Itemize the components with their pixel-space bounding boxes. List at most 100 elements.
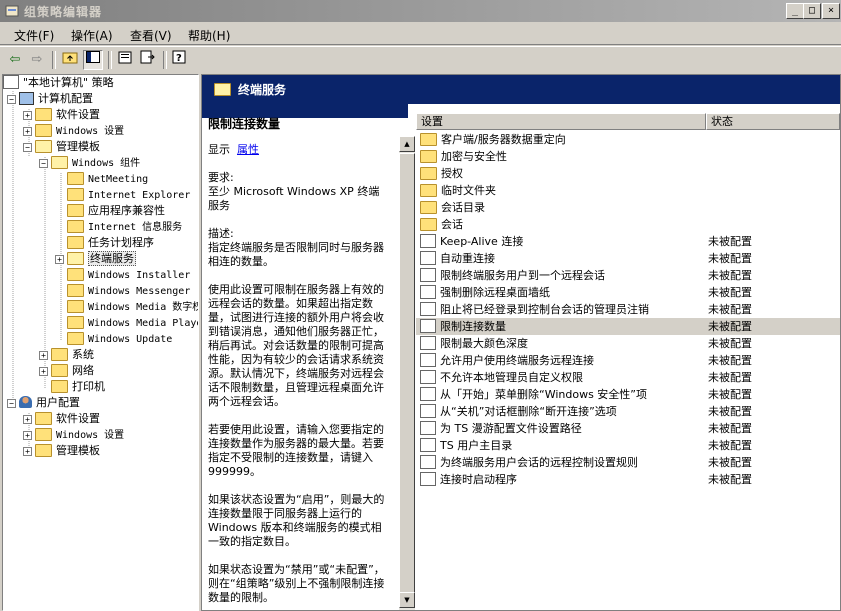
tree-node[interactable]: Windows Messenger — [67, 283, 190, 299]
collapse-icon[interactable]: − — [23, 143, 32, 152]
tree-node[interactable]: Windows 设置 — [35, 123, 124, 139]
banner-tail — [202, 104, 408, 118]
tree-node[interactable]: 计算机配置 — [19, 91, 93, 107]
list-item[interactable]: 强制删除远程桌面墙纸 未被配置 — [416, 284, 840, 301]
tree-node-label: Windows Media 数字权限 — [88, 302, 198, 313]
tree-node[interactable]: 网络 — [51, 363, 94, 379]
export-list-icon[interactable] — [138, 50, 158, 70]
list-item[interactable]: Keep-Alive 连接 未被配置 — [416, 233, 840, 250]
menu-file[interactable]: 文件(F) — [14, 27, 54, 44]
tree-node[interactable]: Windows Update — [67, 331, 172, 347]
list-item-name: Keep-Alive 连接 — [440, 235, 524, 248]
folder-icon — [67, 267, 84, 281]
tree-node-label: Windows 设置 — [56, 430, 125, 441]
scroll-thumb[interactable] — [399, 153, 415, 607]
properties-link[interactable]: 属性 — [237, 143, 259, 156]
tree-node[interactable]: 打印机 — [51, 379, 105, 395]
tree-node[interactable]: Windows 组件 — [51, 155, 140, 171]
list-item[interactable]: 临时文件夹 — [416, 182, 840, 199]
list-item[interactable]: 限制终端服务用户到一个远程会话 未被配置 — [416, 267, 840, 284]
list-item-state: 未被配置 — [708, 337, 752, 350]
expand-icon[interactable]: + — [23, 431, 32, 440]
expand-icon[interactable]: + — [23, 447, 32, 456]
tree-node[interactable]: Windows Media Player — [67, 315, 198, 331]
column-header-setting[interactable]: 设置 — [416, 113, 706, 130]
list-item[interactable]: 授权 — [416, 165, 840, 182]
policy-setting-icon — [420, 336, 436, 350]
tree-node[interactable]: NetMeeting — [67, 171, 148, 187]
list-item[interactable]: 为终端服务用户会话的远程控制设置规则 未被配置 — [416, 454, 840, 471]
description-scrollbar[interactable]: ▲ ▼ — [399, 136, 415, 610]
menu-action[interactable]: 操作(A) — [71, 27, 113, 44]
up-folder-icon[interactable] — [60, 50, 80, 70]
svg-text:?: ? — [176, 53, 182, 64]
list-item[interactable]: 从“关机”对话框删除“断开连接”选项 未被配置 — [416, 403, 840, 420]
list-item[interactable]: 连接时启动程序 未被配置 — [416, 471, 840, 488]
folder-icon — [67, 219, 84, 233]
scroll-down-button[interactable]: ▼ — [399, 592, 415, 608]
list-item[interactable]: 阻止将已经登录到控制台会话的管理员注销 未被配置 — [416, 301, 840, 318]
close-button[interactable]: × — [822, 3, 840, 19]
list-item-name: 允许用户使用终端服务远程连接 — [440, 354, 594, 367]
show-prefix: 显示 — [208, 143, 230, 156]
list-item-name: 强制删除远程桌面墙纸 — [440, 286, 550, 299]
list-item[interactable]: 限制最大颜色深度 未被配置 — [416, 335, 840, 352]
collapse-icon[interactable]: − — [7, 95, 16, 104]
folder-icon — [420, 200, 437, 214]
tree-node[interactable]: 软件设置 — [35, 411, 100, 427]
list-item[interactable]: 会话 — [416, 216, 840, 233]
list-item[interactable]: 为 TS 漫游配置文件设置路径 未被配置 — [416, 420, 840, 437]
list-item-name: 为 TS 漫游配置文件设置路径 — [440, 422, 582, 435]
scroll-up-button[interactable]: ▲ — [399, 136, 415, 152]
list-item[interactable]: 客户端/服务器数据重定向 — [416, 131, 840, 148]
tree-node[interactable]: 管理模板 — [35, 443, 100, 459]
help-icon[interactable]: ? — [170, 50, 190, 70]
column-header-state[interactable]: 状态 — [706, 113, 840, 130]
tree-node[interactable]: Windows Media 数字权限 — [67, 299, 198, 315]
expand-icon[interactable]: + — [55, 255, 64, 264]
list-item[interactable]: 会话目录 — [416, 199, 840, 216]
tree-node[interactable]: 管理模板 — [35, 139, 100, 155]
tree-node[interactable]: 系统 — [51, 347, 94, 363]
policy-icon — [3, 75, 19, 89]
expand-icon[interactable]: + — [23, 127, 32, 136]
list-item[interactable]: 从「开始」菜单删除“Windows 安全性”项 未被配置 — [416, 386, 840, 403]
list-item[interactable]: 限制连接数量 未被配置 — [416, 318, 840, 335]
tree-node[interactable]: 应用程序兼容性 — [67, 203, 165, 219]
forward-icon[interactable]: ⇨ — [27, 50, 47, 70]
tree-node[interactable]: Internet 信息服务 — [67, 219, 182, 235]
tree-node[interactable]: Windows 设置 — [35, 427, 124, 443]
tree-node[interactable]: "本地计算机" 策略 — [3, 75, 114, 91]
tree-node[interactable]: Windows Installer — [67, 267, 190, 283]
computer-icon — [19, 91, 34, 105]
expand-icon[interactable]: + — [39, 367, 48, 376]
back-icon[interactable]: ⇦ — [5, 50, 25, 70]
list-item-name: 限制终端服务用户到一个远程会话 — [440, 269, 605, 282]
list-item[interactable]: 允许用户使用终端服务远程连接 未被配置 — [416, 352, 840, 369]
tree-node[interactable]: 任务计划程序 — [67, 235, 154, 251]
list-item[interactable]: 加密与安全性 — [416, 148, 840, 165]
menu-help[interactable]: 帮助(H) — [188, 27, 230, 44]
properties-icon[interactable] — [116, 50, 136, 70]
list-item[interactable]: 自动重连接 未被配置 — [416, 250, 840, 267]
expand-icon[interactable]: + — [23, 415, 32, 424]
collapse-icon[interactable]: − — [39, 159, 48, 168]
tree-node-label: "本地计算机" 策略 — [23, 76, 114, 89]
expand-icon[interactable]: + — [39, 351, 48, 360]
tree-node[interactable]: Internet Explorer — [67, 187, 190, 203]
list-item-name: 从「开始」菜单删除“Windows 安全性”项 — [440, 388, 647, 401]
maximize-button[interactable]: □ — [803, 3, 821, 19]
tree-node-label: 管理模板 — [56, 444, 100, 457]
collapse-icon[interactable]: − — [7, 399, 16, 408]
tree-node[interactable]: 用户配置 — [19, 395, 80, 411]
tree-node[interactable]: 终端服务 — [67, 251, 136, 267]
title-bar[interactable]: 组策略编辑器 _ □ × — [0, 0, 841, 22]
show-hide-tree-icon[interactable] — [83, 50, 103, 70]
menu-view[interactable]: 查看(V) — [130, 27, 172, 44]
minimize-button[interactable]: _ — [786, 3, 804, 19]
expand-icon[interactable]: + — [23, 111, 32, 120]
list-item[interactable]: 不允许本地管理员自定义权限 未被配置 — [416, 369, 840, 386]
tree-pane[interactable]: "本地计算机" 策略 − 计算机配置 + 软件设置 + Windows 设置 − 管理模板 − Wi… — [2, 74, 199, 611]
tree-node[interactable]: 软件设置 — [35, 107, 100, 123]
list-item[interactable]: TS 用户主目录 未被配置 — [416, 437, 840, 454]
